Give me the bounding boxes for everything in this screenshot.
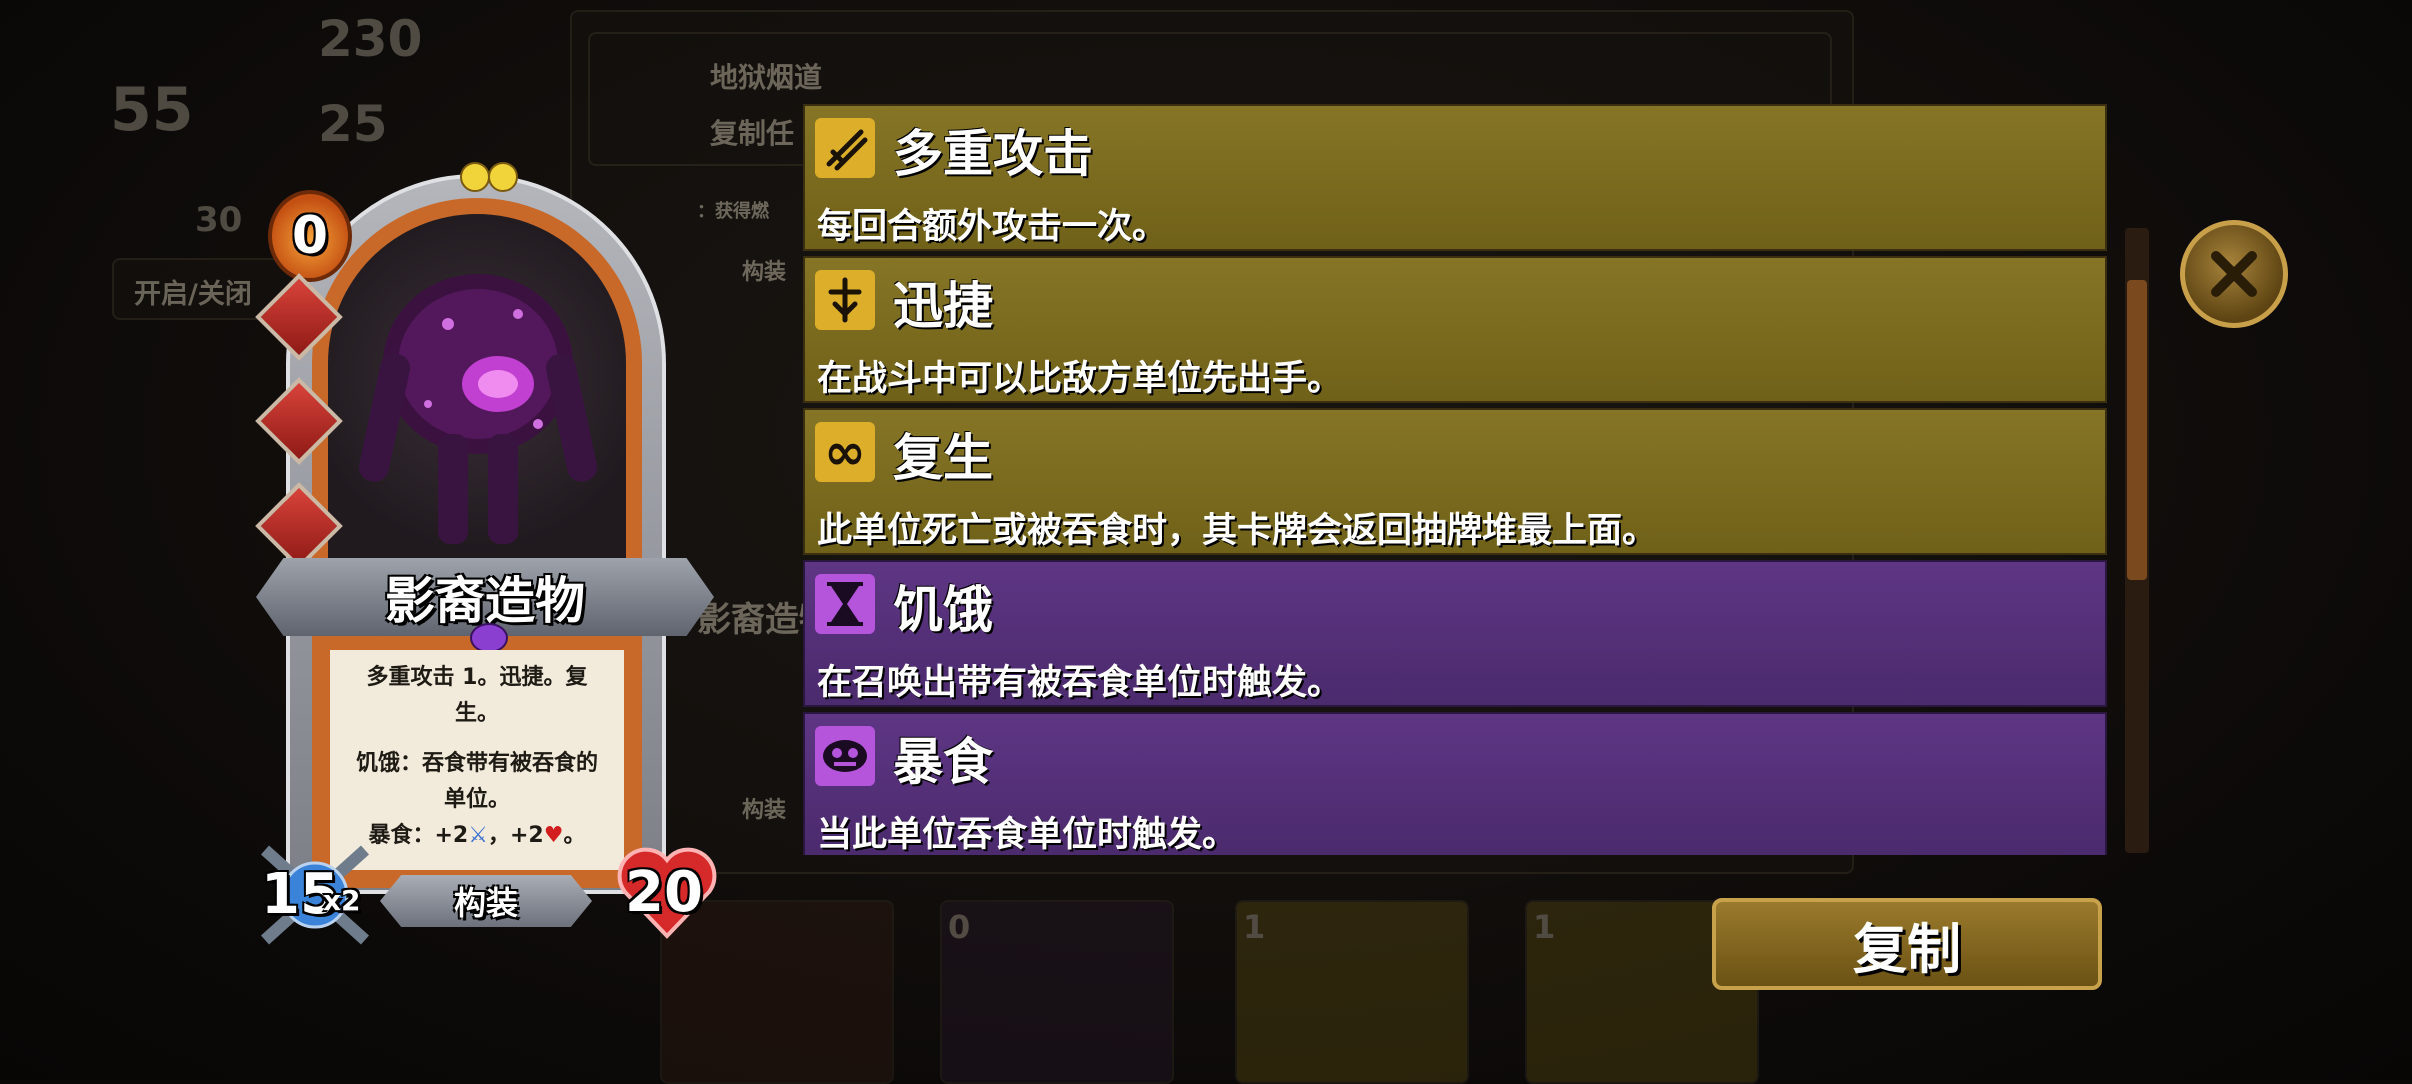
copy-button[interactable]: 复制: [1712, 898, 2102, 990]
card-art: [328, 214, 626, 574]
keyword-row-multi-strike: 多重攻击 每回合额外攻击一次。: [803, 104, 2107, 251]
mini-type-2: 构装: [742, 798, 787, 823]
attack-multiplier: x2: [323, 884, 361, 917]
card-top-gems: [460, 162, 518, 192]
hand-card[interactable]: 0: [940, 900, 1174, 1084]
card-text-box: 多重攻击 1。迅捷。复 生。 饥饿：吞食带有被吞食的 单位。 暴食：+2⚔，+2…: [330, 650, 624, 870]
keyword-title: 饥饿: [893, 581, 993, 639]
card-text-line: 单位。: [443, 787, 510, 812]
keyword-desc: 当此单位吞食单位时触发。: [817, 815, 1238, 855]
keyword-row-gluttony: 暴食 当此单位吞食单位时触发。: [803, 712, 2107, 855]
cost-value: 0: [291, 206, 329, 266]
card-text-line: 饥饿：吞食带有被吞食的: [355, 751, 598, 776]
keyword-row-hunger: 饥饿 在召唤出带有被吞食单位时触发。: [803, 560, 2107, 707]
attack-small-icon: ⚔: [468, 823, 488, 848]
keyword-row-swift: 迅捷 在战斗中可以比敌方单位先出手。: [803, 256, 2107, 403]
cost-badge: 0: [268, 190, 352, 282]
health-badge: 20: [615, 840, 719, 944]
infinity-icon: ∞: [815, 422, 875, 482]
multi-strike-icon: [815, 118, 875, 178]
keyword-list[interactable]: 多重攻击 每回合额外攻击一次。 迅捷 在战斗中可以比敌方单位先出手。 ∞ 复生 …: [803, 104, 2111, 855]
keyword-title: 复生: [893, 429, 993, 487]
card-type-bar: 构装: [380, 875, 592, 927]
shadow-creature-art: [358, 274, 598, 544]
keyword-row-revive: ∞ 复生 此单位死亡或被吞食时，其卡牌会返回抽牌堆最上面。: [803, 408, 2107, 555]
gold-value: 230: [318, 10, 423, 68]
card-type: 构装: [453, 884, 518, 922]
hp-value: 55: [110, 75, 194, 145]
hand-card[interactable]: 1: [1235, 900, 1469, 1084]
card-text-line: 生。: [454, 701, 499, 726]
keyword-title: 迅捷: [893, 277, 993, 335]
card-name: 影裔造物: [385, 572, 585, 630]
attack-badge: 15 x2: [255, 840, 375, 950]
keyword-desc: 在召唤出带有被吞食单位时触发。: [817, 663, 1343, 703]
keyword-scroll-thumb[interactable]: [2127, 280, 2147, 580]
keyword-desc: 在战斗中可以比敌方单位先出手。: [817, 359, 1343, 399]
close-icon: [2211, 251, 2257, 297]
keyword-desc: 每回合额外攻击一次。: [817, 207, 1168, 247]
keyword-title: 多重攻击: [893, 125, 1093, 183]
unit-card: 0 影裔造物 多重攻击 1。迅捷。复 生。 饥饿：吞食带有被吞食的 单位。 暴食…: [250, 140, 720, 960]
swift-icon: [815, 270, 875, 330]
deck-title: 地狱烟道: [710, 61, 823, 94]
small-count: 30: [195, 200, 243, 240]
mini-type-1: 构装: [742, 260, 787, 285]
card-text-line: 多重攻击 1。迅捷。复: [366, 665, 588, 690]
keyword-desc: 此单位死亡或被吞食时，其卡牌会返回抽牌堆最上面。: [817, 511, 1658, 551]
hourglass-icon: [815, 574, 875, 634]
close-button[interactable]: [2180, 220, 2288, 328]
keyword-title: 暴食: [893, 733, 993, 791]
gluttony-icon: [815, 726, 875, 786]
heart-small-icon: ♥: [543, 823, 564, 848]
deck-copy-label: 复制任: [710, 117, 795, 150]
health-value: 20: [625, 860, 703, 925]
name-gem: [470, 623, 508, 653]
